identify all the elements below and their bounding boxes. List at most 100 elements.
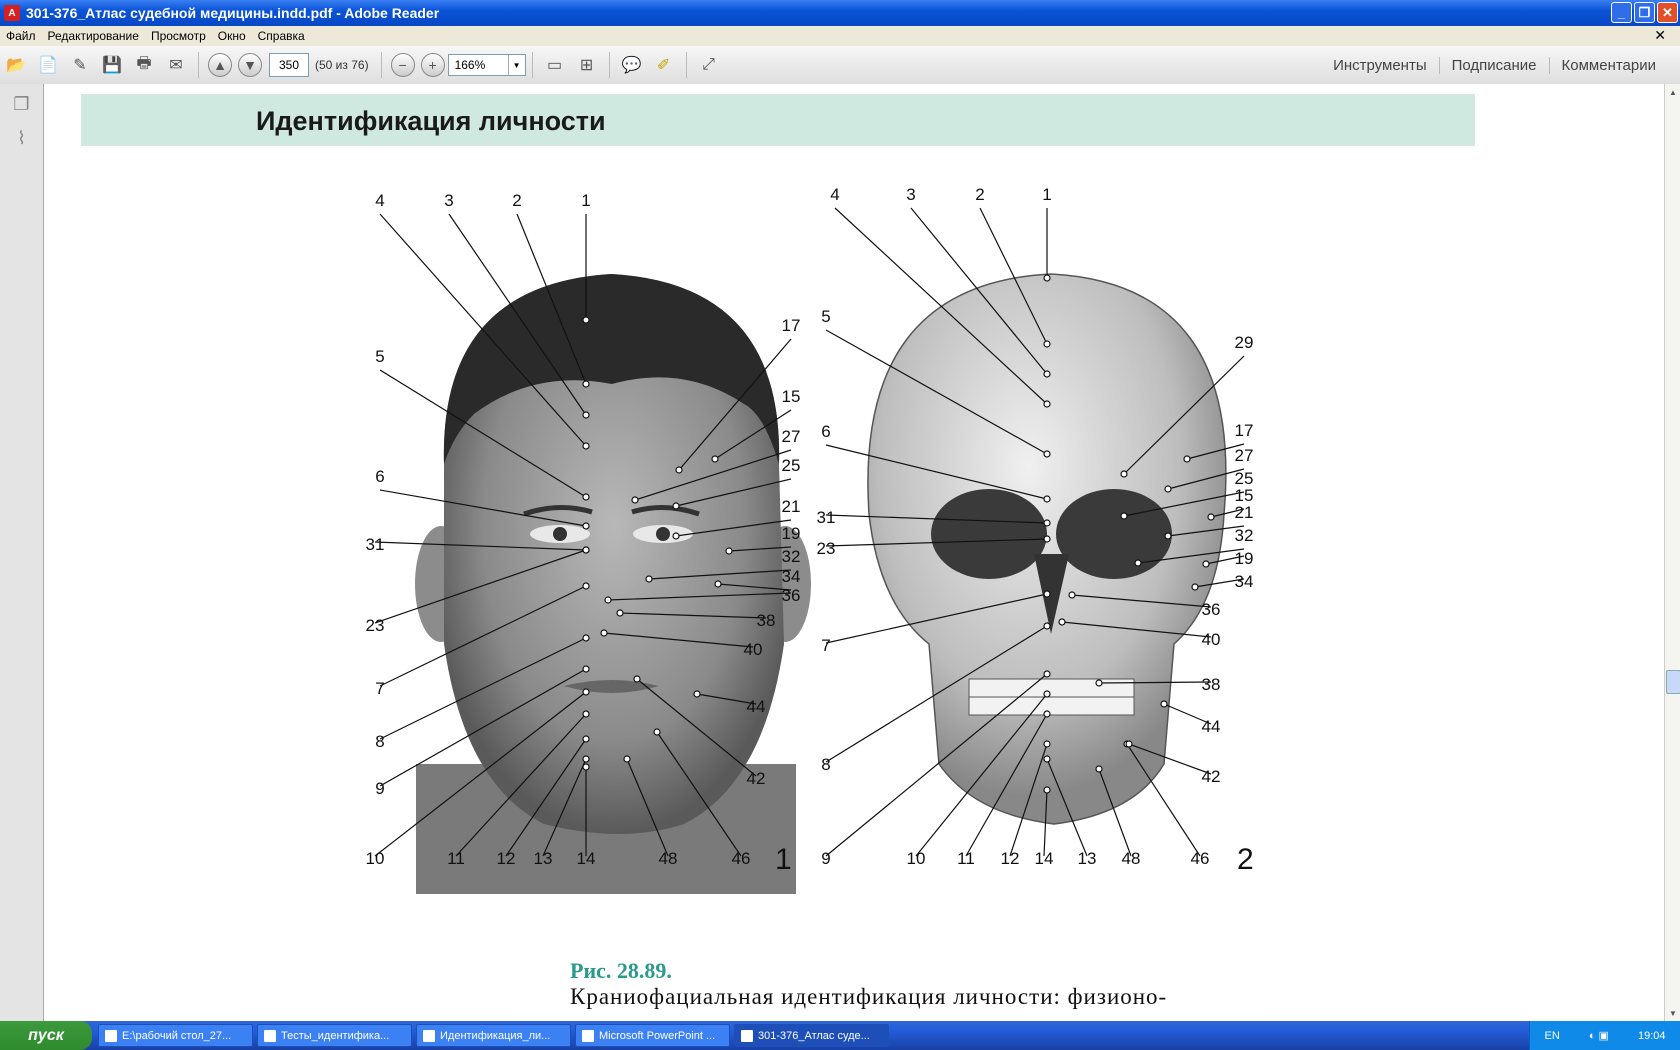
fullscreen-icon[interactable]: ⤢	[696, 52, 722, 78]
skull-landmark-label: 3	[906, 185, 915, 204]
face-landmark-label: 15	[782, 387, 801, 406]
skull-landmark-label: 36	[1202, 600, 1221, 619]
skull-landmark-dot	[1043, 400, 1051, 408]
task-explorer[interactable]: E:\рабочий стол_27...	[98, 1024, 253, 1047]
scroll-up-icon[interactable]: ▲	[1665, 84, 1680, 100]
skull-landmark-dot	[1095, 765, 1103, 773]
task-adobe-reader[interactable]: 301-376_Атлас суде...	[734, 1024, 889, 1047]
edit-icon[interactable]: ✎	[67, 52, 93, 78]
skull-landmark-dot	[1043, 340, 1051, 348]
arrow-down-icon: ▼	[243, 57, 257, 73]
skull-landmark-dot	[1160, 700, 1168, 708]
clock: 19:04	[1637, 1029, 1666, 1042]
menu-help[interactable]: Справка	[258, 29, 305, 43]
minus-icon: −	[398, 57, 407, 73]
minimize-button[interactable]: _	[1611, 2, 1632, 23]
highlight-icon[interactable]: ✐	[651, 52, 677, 78]
skull-landmark-dot	[1183, 455, 1191, 463]
document-close-icon[interactable]: ✕	[1654, 27, 1666, 44]
face-landmark-dot	[582, 411, 590, 419]
face-landmark-dot	[582, 763, 590, 771]
open-icon[interactable]: 📂	[3, 52, 29, 78]
restore-button[interactable]: ❐	[1634, 2, 1655, 23]
skull-landmark-dot	[1043, 786, 1051, 794]
skull-landmark-dot	[1202, 560, 1210, 568]
arrow-up-icon: ▲	[213, 57, 227, 73]
face-landmark-label: 27	[782, 427, 801, 446]
minimize-icon: _	[1617, 5, 1626, 20]
face-landmark-label: 34	[782, 567, 801, 586]
face-landmark-dot	[582, 582, 590, 590]
skull-landmark-label: 4	[830, 185, 839, 204]
figure-caption: Краниофациальная идентификация личности:…	[570, 984, 1168, 1009]
skull-landmark-dot	[1164, 532, 1172, 540]
pages-icon[interactable]: ❐	[11, 94, 33, 118]
face-landmark-label: 38	[757, 611, 776, 630]
comments-link[interactable]: Комментарии	[1548, 56, 1668, 74]
skull-landmark-dot	[1043, 274, 1051, 282]
face-landmark-dot	[582, 634, 590, 642]
language-indicator[interactable]: EN	[1545, 1030, 1560, 1042]
menu-window[interactable]: Окно	[218, 29, 246, 43]
document-page: Идентификация личности 1 2 3 4 5 6 31 23…	[44, 84, 1664, 1021]
figure-number: Рис. 28.89.	[570, 958, 672, 983]
face-illustration	[415, 274, 811, 894]
skull-landmark-dot	[1043, 740, 1051, 748]
face-landmark-label: 7	[375, 679, 384, 698]
face-landmark-label: 21	[782, 497, 801, 516]
fit-page-icon[interactable]: ▭	[542, 52, 568, 78]
chevron-down-icon[interactable]: ▼	[507, 55, 525, 75]
task-word-tests[interactable]: Тесты_идентифика...	[257, 1024, 412, 1047]
vertical-scrollbar[interactable]: ▲ ▼	[1664, 84, 1680, 1021]
skull-landmark-dot	[1043, 755, 1051, 763]
skull-landmark-label: 46	[1191, 849, 1210, 868]
skull-landmark-dot	[1058, 618, 1066, 626]
menu-edit[interactable]: Редактирование	[48, 29, 139, 43]
save-icon[interactable]: 💾	[99, 52, 125, 78]
zoom-value: 166%	[454, 58, 486, 72]
close-button[interactable]: ✕	[1657, 2, 1678, 23]
skull-landmark-label: 9	[821, 849, 830, 868]
task-powerpoint[interactable]: Microsoft PowerPoint ...	[575, 1024, 730, 1047]
task-word-ident[interactable]: Идентификация_ли...	[416, 1024, 571, 1047]
fit-width-icon[interactable]: ⊞	[574, 52, 600, 78]
tray-icons[interactable]: ◐ ▣	[1589, 1029, 1609, 1042]
start-button[interactable]: пуск	[0, 1021, 92, 1050]
face-landmark-dot	[672, 532, 680, 540]
face-landmark-dot	[616, 609, 624, 617]
attachment-icon[interactable]: ⌇	[11, 128, 33, 152]
face-landmark-dot	[631, 496, 639, 504]
sign-link[interactable]: Подписание	[1438, 56, 1549, 74]
face-landmark-dot	[633, 675, 641, 683]
tools-link[interactable]: Инструменты	[1321, 57, 1439, 74]
skull-landmark-dot	[1043, 519, 1051, 527]
face-landmark-label: 2	[512, 191, 521, 210]
page-number-input[interactable]: 350	[269, 53, 309, 77]
create-pdf-icon[interactable]: 📄	[35, 52, 61, 78]
scroll-down-icon[interactable]: ▼	[1665, 1005, 1680, 1021]
skull-landmark-dot	[1043, 450, 1051, 458]
print-icon[interactable]: 🖶	[131, 52, 157, 78]
powerpoint-icon	[582, 1029, 594, 1042]
zoom-out-button[interactable]: −	[390, 53, 415, 77]
previous-page-button[interactable]: ▲	[208, 53, 232, 77]
comment-icon[interactable]: 💬	[619, 52, 645, 78]
face-landmark-label: 1	[581, 191, 590, 210]
panel-number: 2	[1237, 843, 1254, 876]
next-page-button[interactable]: ▼	[238, 53, 262, 77]
face-landmark-label: 10	[366, 849, 385, 868]
menu-file[interactable]: Файл	[6, 29, 36, 43]
zoom-in-button[interactable]: +	[420, 53, 445, 77]
scroll-thumb[interactable]	[1666, 670, 1680, 694]
toolbar-divider	[198, 52, 199, 78]
face-landmark-dot	[582, 380, 590, 388]
page-count: (50 из 76)	[315, 58, 369, 72]
word-icon	[423, 1029, 435, 1042]
toolbar-divider	[608, 52, 610, 78]
menu-view[interactable]: Просмотр	[151, 29, 206, 43]
zoom-select[interactable]: 166% ▼	[447, 54, 526, 76]
face-landmark-dot	[582, 493, 590, 501]
face-landmark-label: 48	[659, 849, 678, 868]
email-icon[interactable]: ✉	[163, 52, 189, 78]
face-landmark-dot	[645, 575, 653, 583]
